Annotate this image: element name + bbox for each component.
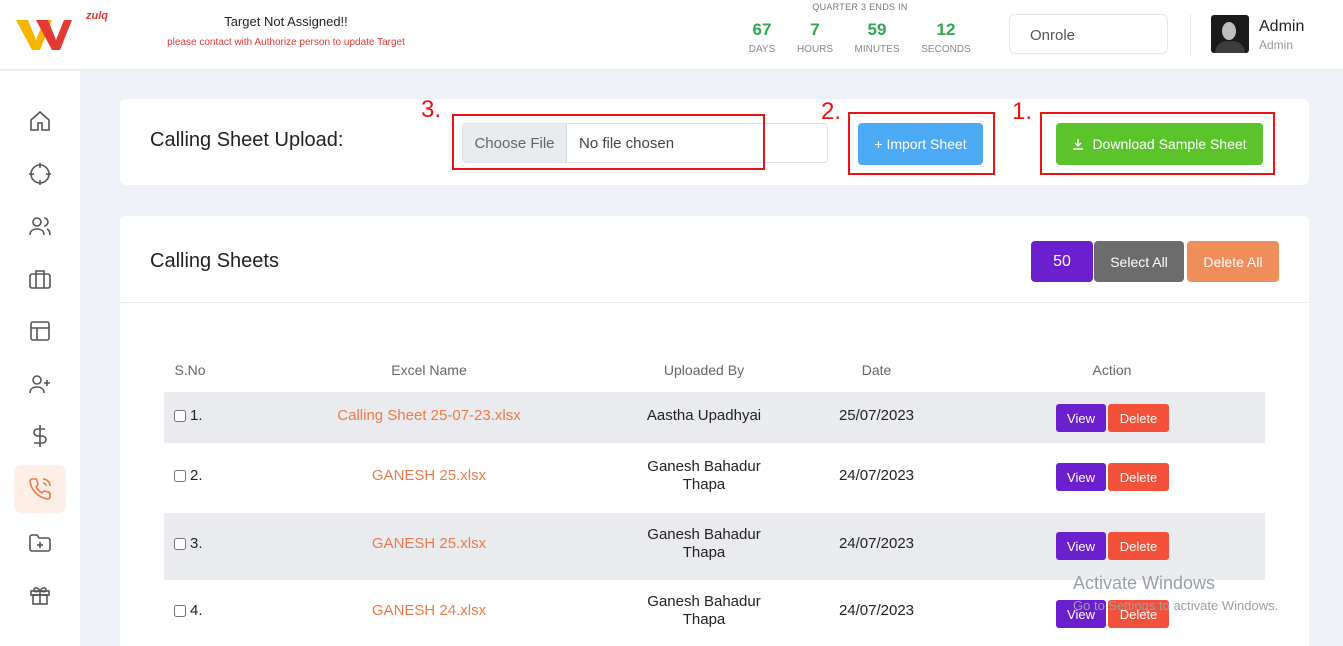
countdown-value: 12: [936, 20, 956, 39]
target-title: Target Not Assigned!!: [224, 14, 348, 29]
countdown-unit: DAYS: [748, 44, 776, 55]
column-header-uploaded-by: Uploaded By: [663, 362, 745, 378]
activate-windows-watermark: Activate Windows Go to Settings to activ…: [1073, 573, 1278, 613]
sidebar: [0, 71, 80, 646]
countdown-seconds: 12 SECONDS: [916, 20, 976, 55]
table-row: 2. GANESH 25.xlsx Ganesh Bahadur Thapa 2…: [164, 443, 1265, 513]
countdown-label: QUARTER 3 ENDS IN: [812, 2, 908, 12]
layout-icon: [30, 321, 50, 341]
uploaded-by: Ganesh Bahadur Thapa: [647, 458, 761, 493]
view-button[interactable]: View: [1056, 404, 1106, 432]
target-icon: [29, 163, 51, 185]
view-button[interactable]: View: [1056, 532, 1106, 560]
brand-logo[interactable]: zulq: [16, 6, 108, 50]
table-row: 1. Calling Sheet 25-07-23.xlsx Aastha Up…: [164, 392, 1265, 443]
sidebar-item-users[interactable]: [14, 202, 66, 250]
sidebar-item-briefcase[interactable]: [14, 255, 66, 303]
annotation-number-3: 3.: [421, 96, 442, 123]
select-all-button[interactable]: Select All: [1094, 241, 1184, 282]
row-date: 24/07/2023: [838, 535, 915, 552]
avatar[interactable]: [1211, 15, 1249, 53]
home-icon: [30, 110, 50, 131]
excel-link[interactable]: Calling Sheet 25-07-23.xlsx: [294, 407, 564, 424]
sidebar-item-home[interactable]: [14, 97, 66, 145]
row-sno: 1.: [174, 407, 203, 424]
sidebar-item-add-user[interactable]: [14, 360, 66, 408]
countdown-value: 7: [810, 20, 820, 39]
row-checkbox[interactable]: [174, 604, 186, 617]
target-subtitle: please contact with Authorize person to …: [167, 37, 405, 48]
logo-wordmark: zulq: [86, 10, 108, 22]
countdown-hours: 7 HOURS: [785, 20, 845, 55]
excel-link[interactable]: GANESH 24.xlsx: [294, 602, 564, 619]
sidebar-item-folder[interactable]: [14, 519, 66, 567]
row-date: 24/07/2023: [838, 467, 915, 484]
annotation-number-1: 1.: [1012, 98, 1033, 125]
row-checkbox[interactable]: [174, 409, 186, 422]
sidebar-item-calling[interactable]: [14, 465, 66, 513]
countdown-value: 67: [752, 20, 772, 39]
view-button[interactable]: View: [1056, 463, 1106, 491]
divider: [120, 302, 1309, 303]
column-header-action: Action: [1092, 362, 1132, 378]
phone-icon: [29, 478, 51, 500]
row-date: 24/07/2023: [838, 602, 915, 619]
sidebar-item-layout[interactable]: [14, 307, 66, 355]
target-notice: Target Not Assigned!! please contact wit…: [150, 14, 422, 48]
uploaded-by: Ganesh Bahadur Thapa: [647, 593, 761, 628]
table-row: 3. GANESH 25.xlsx Ganesh Bahadur Thapa 2…: [164, 513, 1265, 580]
countdown-days: 67 DAYS: [732, 20, 792, 55]
annotation-box-3: [452, 114, 765, 170]
column-header-date: Date: [861, 362, 892, 378]
countdown-unit: HOURS: [796, 44, 834, 55]
delete-button[interactable]: Delete: [1108, 532, 1169, 560]
uploaded-by: Ganesh Bahadur Thapa: [647, 526, 761, 561]
annotation-box-2: [848, 112, 995, 175]
user-role: Admin: [1259, 38, 1294, 52]
page-size-badge[interactable]: 50: [1031, 241, 1093, 282]
row-date: 25/07/2023: [838, 407, 915, 424]
column-header-sno: S.No: [174, 362, 206, 378]
row-sno: 3.: [174, 535, 203, 552]
user-plus-icon: [29, 375, 50, 394]
countdown-unit: MINUTES: [854, 44, 900, 55]
sidebar-item-target[interactable]: [14, 150, 66, 198]
row-sno: 2.: [174, 467, 203, 484]
folder-plus-icon: [29, 534, 51, 552]
column-header-excel-name: Excel Name: [391, 362, 467, 378]
briefcase-icon: [29, 270, 51, 289]
dollar-icon: [33, 425, 47, 447]
role-select[interactable]: Onrole: [1009, 14, 1168, 54]
row-checkbox[interactable]: [174, 469, 186, 482]
top-header: zulq Target Not Assigned!! please contac…: [0, 0, 1343, 70]
watermark-subtitle: Go to Settings to activate Windows.: [1073, 598, 1279, 613]
annotation-box-1: [1040, 112, 1275, 175]
delete-all-button[interactable]: Delete All: [1187, 241, 1279, 282]
header-divider: [1190, 14, 1191, 54]
user-name[interactable]: Admin: [1259, 18, 1304, 36]
gift-icon: [30, 587, 50, 605]
delete-button[interactable]: Delete: [1108, 463, 1169, 491]
upload-title: Calling Sheet Upload:: [150, 129, 344, 151]
countdown-minutes: 59 MINUTES: [847, 20, 907, 55]
countdown-unit: SECONDS: [921, 44, 971, 55]
users-icon: [29, 217, 51, 236]
calling-sheets-title: Calling Sheets: [150, 250, 279, 272]
delete-button[interactable]: Delete: [1108, 404, 1169, 432]
row-checkbox[interactable]: [174, 537, 186, 550]
countdown-value: 59: [867, 20, 887, 39]
annotation-number-2: 2.: [821, 98, 842, 125]
sidebar-item-dollar[interactable]: [14, 412, 66, 460]
excel-link[interactable]: GANESH 25.xlsx: [294, 535, 564, 552]
watermark-title: Activate Windows: [1073, 573, 1216, 593]
sidebar-item-gift[interactable]: [14, 571, 66, 619]
row-sno: 4.: [174, 602, 203, 619]
excel-link[interactable]: GANESH 25.xlsx: [294, 467, 564, 484]
uploaded-by: Aastha Upadhyai: [646, 407, 762, 424]
